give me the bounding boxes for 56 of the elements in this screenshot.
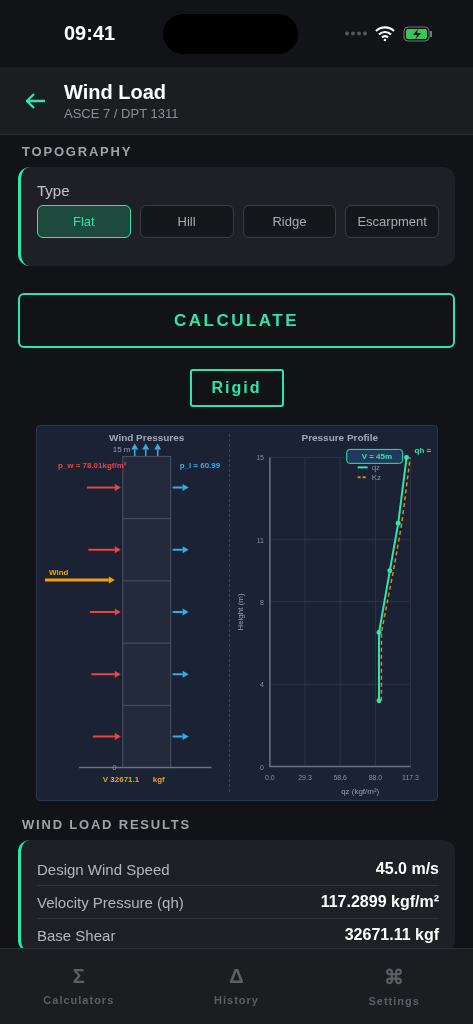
type-label: Type (36, 181, 71, 201)
data-point (395, 520, 401, 526)
data-point (376, 630, 382, 636)
uplift-arrow (131, 443, 139, 458)
wind-speed-annotation: V = 45m (361, 452, 392, 462)
legend-label: qz (371, 463, 380, 473)
calculate-button[interactable]: CALCULATE (18, 293, 455, 348)
diagram-title: Wind Pressures (109, 432, 185, 444)
windward-arrow (87, 546, 121, 554)
windward-arrow (88, 608, 121, 616)
battery-icon (403, 25, 433, 42)
data-point (403, 454, 409, 460)
chart-title: Pressure Profile (301, 432, 378, 444)
section-heading: WIND LOAD RESULTS (21, 816, 193, 834)
back-arrow-icon[interactable] (26, 92, 46, 109)
height-label: 15 m (112, 445, 131, 455)
result-value: 45.0 m/s (375, 860, 439, 878)
topography-option[interactable]: Escarpment (345, 205, 439, 238)
leeward-arrow (171, 733, 189, 740)
data-point (386, 568, 392, 574)
windward-pressure-label: p_w = 78.01kgf/m² (57, 461, 127, 471)
wind-label: Wind (48, 568, 69, 578)
wind-arrow (45, 576, 115, 584)
chart-legend (356, 463, 381, 483)
status-time: 09:41 (64, 22, 116, 45)
windward-arrow (90, 670, 121, 678)
qh-annotation: qh = (414, 446, 431, 456)
data-point (376, 698, 382, 704)
result-label: Design Wind Speed (37, 860, 170, 878)
y-axis-label: Height (m) (235, 593, 245, 631)
section-heading: TOPOGRAPHY (21, 143, 134, 161)
leeward-arrow (171, 670, 189, 678)
x-axis-label: qz (kgf/m²) (340, 786, 379, 796)
legend-label: Kz (371, 473, 381, 483)
page-title: Wind Load (64, 80, 168, 104)
leeward-arrow (171, 546, 189, 554)
topography-option[interactable]: Ridge (242, 205, 337, 238)
topography-option[interactable]: Hill (139, 205, 234, 238)
annotation-box (345, 448, 403, 464)
signal-icon (345, 31, 367, 36)
leeward-arrow (171, 484, 189, 491)
leeward-arrow (171, 608, 189, 616)
result-value: 32671.11 kgf (344, 926, 439, 944)
result-label: Velocity Pressure (qh) (37, 893, 184, 911)
wifi-icon (375, 26, 395, 41)
base-shear-value: V 32671.1 (102, 774, 140, 784)
windward-arrow (85, 484, 121, 491)
result-label: Base Shear (37, 926, 116, 944)
windward-arrow (91, 733, 121, 740)
result-value: 117.2899 kgf/m² (320, 893, 439, 911)
base-shear-unit: kgf (152, 774, 165, 784)
leeward-pressure-label: p_l = 60.99 (179, 461, 221, 471)
topography-option[interactable]: Flat (37, 205, 131, 238)
page-subtitle: ASCE 7 / DPT 1311 (64, 105, 179, 121)
base-label: 0 (112, 762, 117, 772)
structure-badge: Rigid (189, 369, 284, 407)
